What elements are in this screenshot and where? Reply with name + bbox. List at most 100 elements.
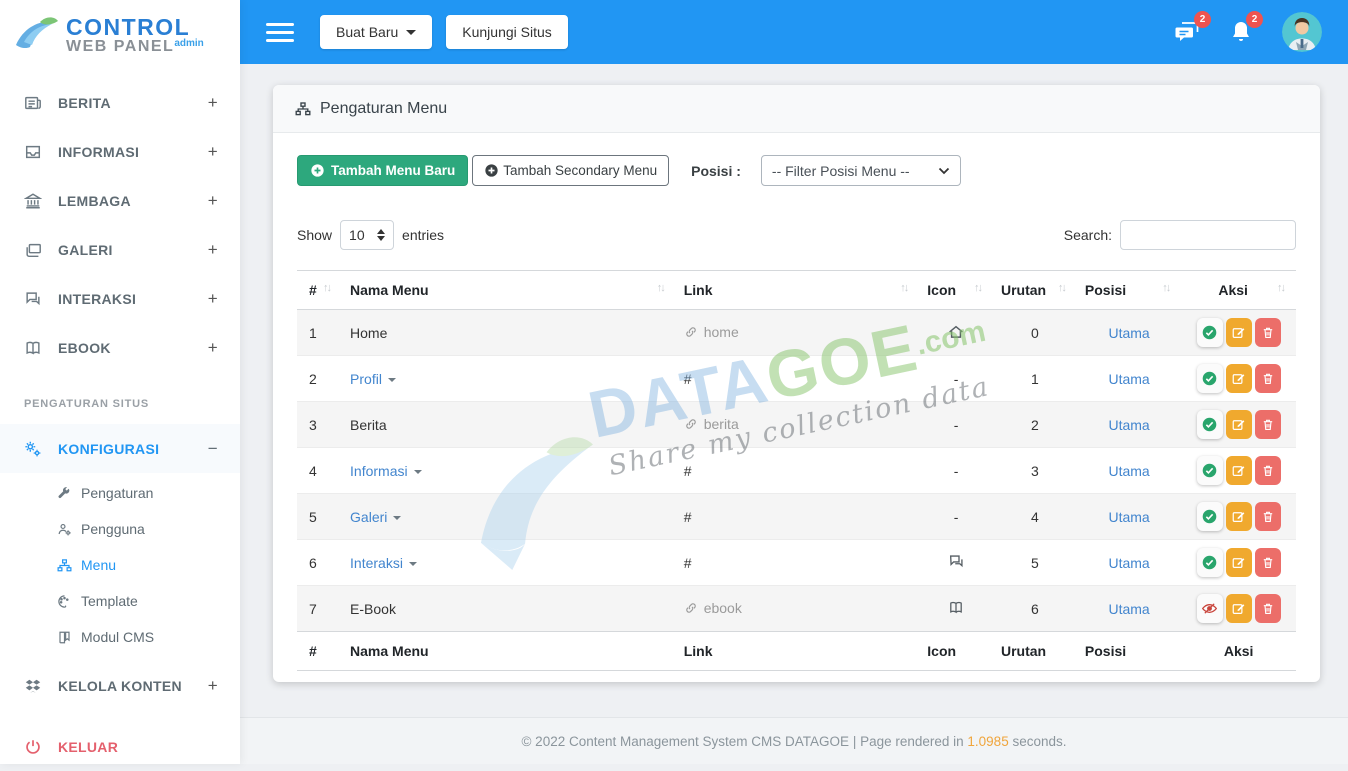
sort-icon[interactable]: ↑↓ bbox=[1058, 282, 1069, 294]
delete-button[interactable] bbox=[1255, 318, 1281, 347]
sidebar-item-galeri[interactable]: GALERI + bbox=[0, 225, 240, 274]
menu-link: # bbox=[684, 555, 692, 571]
collapse-minus-icon[interactable]: − bbox=[208, 439, 218, 459]
expand-plus-icon[interactable]: + bbox=[208, 676, 218, 696]
sidebar-item-label: EBOOK bbox=[58, 340, 111, 356]
status-active-button[interactable] bbox=[1197, 502, 1223, 531]
posisi-link[interactable]: Utama bbox=[1108, 555, 1149, 571]
page-footer: © 2022 Content Management System CMS DAT… bbox=[240, 717, 1348, 764]
edit-button[interactable] bbox=[1226, 318, 1252, 347]
caret-down-icon bbox=[388, 378, 396, 382]
sidebar-item-ebook[interactable]: EBOOK + bbox=[0, 323, 240, 372]
menu-name-link[interactable]: Informasi bbox=[350, 463, 408, 479]
bank-icon bbox=[24, 192, 42, 210]
create-new-button[interactable]: Buat Baru bbox=[320, 15, 432, 49]
brand-line2: WEB PANEL bbox=[66, 38, 174, 55]
submenu-item-pengaturan[interactable]: Pengaturan bbox=[0, 475, 240, 511]
search-label: Search: bbox=[1064, 227, 1112, 243]
sort-icon[interactable]: ↑↓ bbox=[657, 282, 668, 294]
posisi-link[interactable]: Utama bbox=[1108, 601, 1149, 617]
app-logo[interactable]: CONTROL WEB PANELadmin bbox=[0, 0, 240, 70]
delete-button[interactable] bbox=[1255, 456, 1281, 485]
posisi-link[interactable]: Utama bbox=[1108, 417, 1149, 433]
newspaper-icon bbox=[24, 94, 42, 112]
menu-name-link[interactable]: Interaksi bbox=[350, 555, 403, 571]
posisi-link[interactable]: Utama bbox=[1108, 325, 1149, 341]
posisi-link[interactable]: Utama bbox=[1108, 509, 1149, 525]
sidebar-item-berita[interactable]: BERITA + bbox=[0, 78, 240, 127]
col-header-urutan: Urutan bbox=[1001, 282, 1046, 298]
footer-text: © 2022 Content Management System CMS DAT… bbox=[521, 734, 967, 749]
messages-button[interactable]: 2 bbox=[1174, 20, 1200, 44]
caret-down-icon bbox=[409, 562, 417, 566]
page-title: Pengaturan Menu bbox=[320, 100, 447, 118]
sidebar-item-informasi[interactable]: INFORMASI + bbox=[0, 127, 240, 176]
notifications-button[interactable]: 2 bbox=[1230, 20, 1252, 44]
sidebar-item-kelola-konten[interactable]: KELOLA KONTEN + bbox=[0, 661, 240, 710]
delete-button[interactable] bbox=[1255, 594, 1281, 623]
submenu-item-modul-cms[interactable]: Modul CMS bbox=[0, 619, 240, 655]
expand-plus-icon[interactable]: + bbox=[208, 191, 218, 211]
delete-button[interactable] bbox=[1255, 364, 1281, 393]
submenu-item-menu[interactable]: Menu bbox=[0, 547, 240, 583]
status-active-button[interactable] bbox=[1197, 318, 1223, 347]
status-hidden-button[interactable] bbox=[1197, 594, 1223, 623]
table-footer-row: # Nama Menu Link Icon Urutan Posisi Aksi bbox=[297, 632, 1296, 671]
cell-icon: - bbox=[919, 494, 993, 540]
posisi-link[interactable]: Utama bbox=[1108, 371, 1149, 387]
delete-button[interactable] bbox=[1255, 502, 1281, 531]
search-area: Search: bbox=[1064, 220, 1296, 250]
sidebar-item-label: GALERI bbox=[58, 242, 113, 258]
sort-icon[interactable]: ↑↓ bbox=[1162, 282, 1173, 294]
page-length-select[interactable]: 10 bbox=[340, 220, 394, 250]
add-secondary-menu-button[interactable]: Tambah Secondary Menu bbox=[472, 155, 669, 186]
search-input[interactable] bbox=[1120, 220, 1296, 250]
submenu-item-label: Pengaturan bbox=[81, 485, 153, 501]
delete-button[interactable] bbox=[1255, 410, 1281, 439]
expand-plus-icon[interactable]: + bbox=[208, 93, 218, 113]
submenu-item-pengguna[interactable]: Pengguna bbox=[0, 511, 240, 547]
col-header-name: Nama Menu bbox=[350, 282, 429, 298]
expand-plus-icon[interactable]: + bbox=[208, 289, 218, 309]
sort-icon[interactable]: ↑↓ bbox=[900, 282, 911, 294]
edit-button[interactable] bbox=[1226, 410, 1252, 439]
menu-name-link[interactable]: Profil bbox=[350, 371, 382, 387]
home-icon bbox=[948, 324, 964, 339]
posisi-link[interactable]: Utama bbox=[1108, 463, 1149, 479]
expand-plus-icon[interactable]: + bbox=[208, 338, 218, 358]
submenu-item-label: Menu bbox=[81, 557, 116, 573]
expand-plus-icon[interactable]: + bbox=[208, 142, 218, 162]
status-active-button[interactable] bbox=[1197, 456, 1223, 485]
sort-icon[interactable]: ↑↓ bbox=[1277, 282, 1288, 294]
edit-button[interactable] bbox=[1226, 594, 1252, 623]
sidebar-item-konfigurasi[interactable]: KONFIGURASI − bbox=[0, 424, 240, 473]
expand-plus-icon[interactable]: + bbox=[208, 240, 218, 260]
status-active-button[interactable] bbox=[1197, 364, 1223, 393]
sort-icon[interactable]: ↑↓ bbox=[323, 282, 334, 294]
hamburger-menu-icon[interactable] bbox=[266, 18, 294, 47]
visit-site-button[interactable]: Kunjungi Situs bbox=[446, 15, 568, 49]
submenu-item-template[interactable]: Template bbox=[0, 583, 240, 619]
status-active-button[interactable] bbox=[1197, 548, 1223, 577]
menu-name-link[interactable]: Galeri bbox=[350, 509, 387, 525]
sidebar-item-interaksi[interactable]: INTERAKSI + bbox=[0, 274, 240, 323]
user-avatar[interactable] bbox=[1282, 12, 1322, 52]
status-active-button[interactable] bbox=[1197, 410, 1223, 439]
module-book-icon bbox=[57, 630, 72, 645]
sidebar-item-label: LEMBAGA bbox=[58, 193, 131, 209]
delete-button[interactable] bbox=[1255, 548, 1281, 577]
edit-button[interactable] bbox=[1226, 548, 1252, 577]
add-menu-button[interactable]: Tambah Menu Baru bbox=[297, 155, 468, 186]
sort-icon[interactable]: ↑↓ bbox=[974, 282, 985, 294]
caret-down-icon bbox=[414, 470, 422, 474]
cell-urutan: 6 bbox=[993, 586, 1077, 632]
notifications-badge: 2 bbox=[1246, 11, 1263, 28]
position-filter-select[interactable]: -- Filter Posisi Menu -- bbox=[761, 155, 961, 186]
table-row: 5 Galeri # - 4 Utama bbox=[297, 494, 1296, 540]
wrench-icon bbox=[57, 486, 72, 501]
sidebar-item-lembaga[interactable]: LEMBAGA + bbox=[0, 176, 240, 225]
edit-button[interactable] bbox=[1226, 364, 1252, 393]
cell-icon: - bbox=[919, 356, 993, 402]
edit-button[interactable] bbox=[1226, 502, 1252, 531]
edit-button[interactable] bbox=[1226, 456, 1252, 485]
